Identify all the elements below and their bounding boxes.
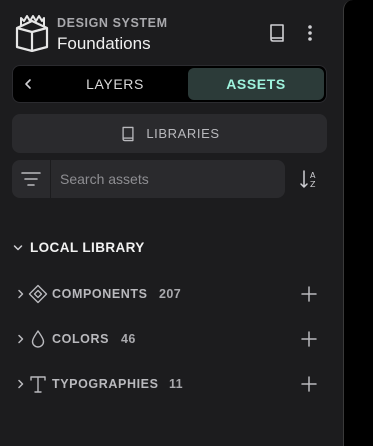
project-name[interactable]: Foundations [57,34,151,54]
group-count: 11 [169,377,184,391]
libraries-button[interactable]: LIBRARIES [12,114,327,153]
sort-alpha-icon[interactable]: A Z [298,168,320,190]
group-count: 46 [121,332,136,346]
search-input[interactable] [51,160,285,198]
chevron-right-icon [18,289,24,299]
tab-layers[interactable]: LAYERS [55,68,175,100]
group-count: 207 [159,287,182,301]
book-icon [122,126,134,141]
component-icon [28,284,48,304]
project-header: DESIGN SYSTEM Foundations [14,12,330,56]
group-row-colors[interactable]: COLORS 46 [12,327,328,351]
libraries-label: LIBRARIES [146,126,220,141]
tab-assets[interactable]: ASSETS [188,68,324,100]
add-icon[interactable] [300,330,318,348]
panel-tabs: LAYERS ASSETS [12,65,327,103]
group-row-components[interactable]: COMPONENTS 207 [12,282,328,306]
chevron-right-icon [18,334,24,344]
canvas-viewport[interactable] [343,0,373,446]
local-library-header[interactable]: LOCAL LIBRARY [12,236,312,260]
local-library-title: LOCAL LIBRARY [30,240,145,255]
chevron-right-icon [18,379,24,389]
group-label: COMPONENTS [52,287,148,301]
more-vertical-icon[interactable] [300,22,320,44]
chevron-left-icon[interactable] [19,75,37,93]
assets-panel: DESIGN SYSTEM Foundations LAYERS ASSETS … [0,0,340,446]
group-row-typographies[interactable]: TYPOGRAPHIES 11 [12,372,328,396]
add-icon[interactable] [300,375,318,393]
text-icon [30,376,46,393]
project-type-label: DESIGN SYSTEM [57,16,168,30]
filter-icon [21,172,41,186]
filter-button[interactable] [12,160,50,198]
chevron-down-icon [13,245,23,251]
book-icon[interactable] [266,22,288,44]
svg-text:A: A [310,171,316,180]
building-icon [15,15,49,52]
drop-icon [31,330,45,348]
svg-text:Z: Z [310,180,316,189]
group-label: TYPOGRAPHIES [52,377,159,391]
group-label: COLORS [52,332,110,346]
add-icon[interactable] [300,285,318,303]
